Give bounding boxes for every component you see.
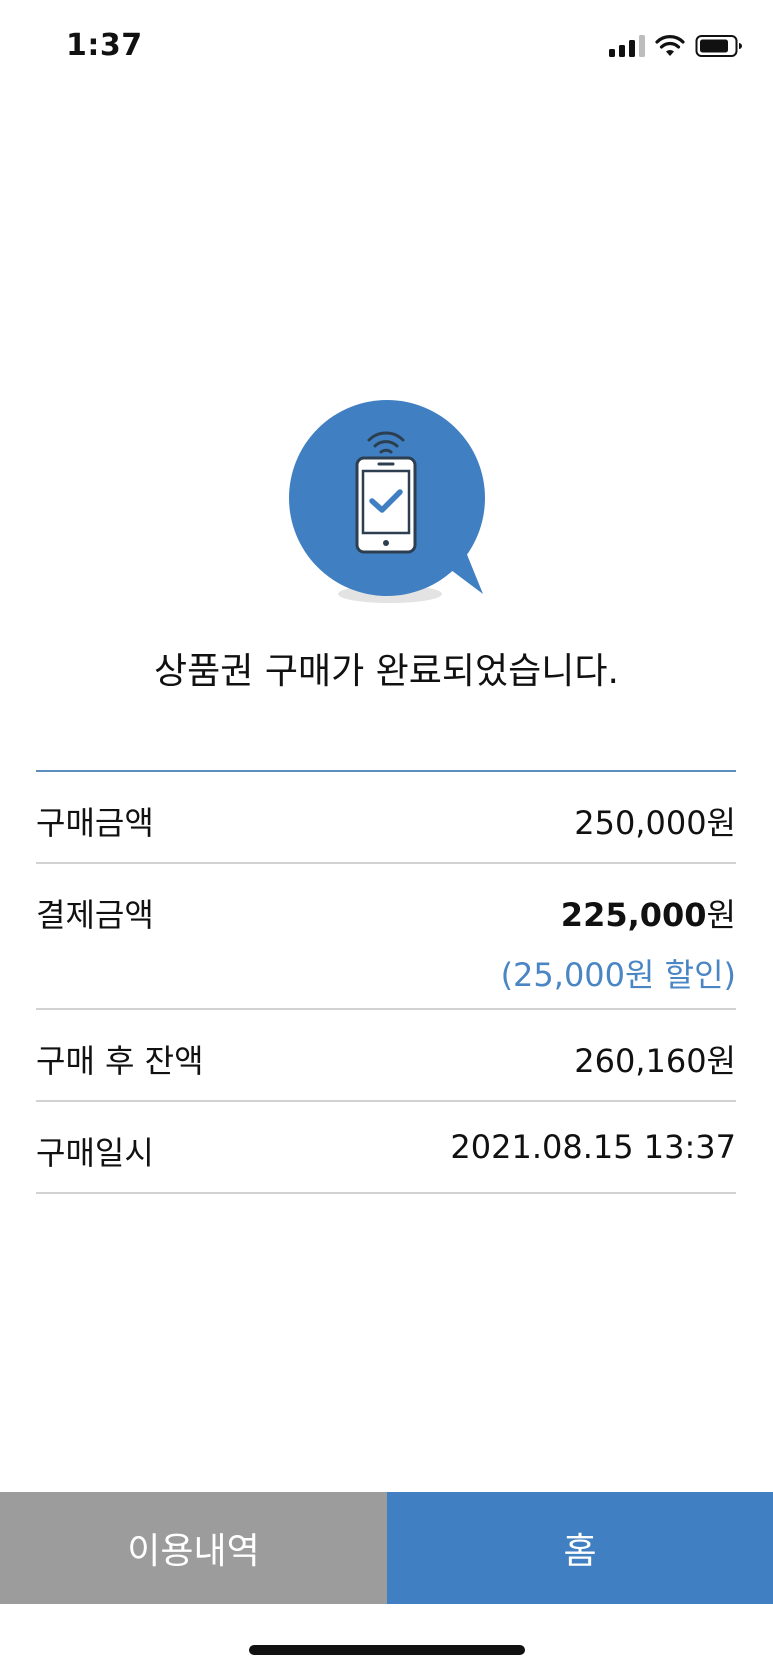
row-value: 250,000원 bbox=[574, 804, 736, 842]
status-time: 1:37 bbox=[66, 28, 143, 63]
completion-title: 상품권 구매가 완료되었습니다. bbox=[154, 651, 619, 692]
phone-check-icon bbox=[285, 398, 495, 608]
row-value: 2021.08.15 13:37 bbox=[450, 1128, 736, 1166]
status-icons bbox=[609, 34, 743, 58]
purchase-summary: 구매금액 250,000원 결제금액 225,000원 (25,000원 할인)… bbox=[36, 770, 736, 1194]
cellular-signal-icon bbox=[609, 35, 645, 57]
bottom-action-bar: 이용내역 홈 bbox=[0, 1492, 773, 1604]
row-label: 구매금액 bbox=[36, 804, 154, 842]
payment-amount-strong: 225,000 bbox=[560, 896, 707, 934]
row-value: 225,000원 bbox=[501, 890, 736, 936]
summary-row-payment-amount: 결제금액 225,000원 (25,000원 할인) bbox=[36, 864, 736, 1010]
battery-icon bbox=[695, 34, 743, 58]
home-indicator[interactable] bbox=[249, 1645, 525, 1655]
usage-history-button[interactable]: 이용내역 bbox=[0, 1492, 387, 1604]
summary-row-purchase-datetime: 구매일시 2021.08.15 13:37 bbox=[36, 1102, 736, 1194]
row-label: 구매일시 bbox=[36, 1134, 154, 1172]
row-label: 결제금액 bbox=[36, 896, 154, 934]
status-bar: 1:37 bbox=[0, 0, 773, 100]
summary-row-remaining-balance: 구매 후 잔액 260,160원 bbox=[36, 1010, 736, 1102]
home-button[interactable]: 홈 bbox=[387, 1492, 773, 1604]
row-label: 구매 후 잔액 bbox=[36, 1042, 204, 1080]
wifi-icon bbox=[655, 35, 685, 57]
discount-note: (25,000원 할인) bbox=[500, 956, 736, 994]
row-value: 260,160원 bbox=[574, 1042, 736, 1080]
summary-row-purchase-amount: 구매금액 250,000원 bbox=[36, 772, 736, 864]
row-value-group: 225,000원 (25,000원 할인) bbox=[501, 890, 736, 996]
payment-amount-unit: 원 bbox=[706, 896, 736, 934]
